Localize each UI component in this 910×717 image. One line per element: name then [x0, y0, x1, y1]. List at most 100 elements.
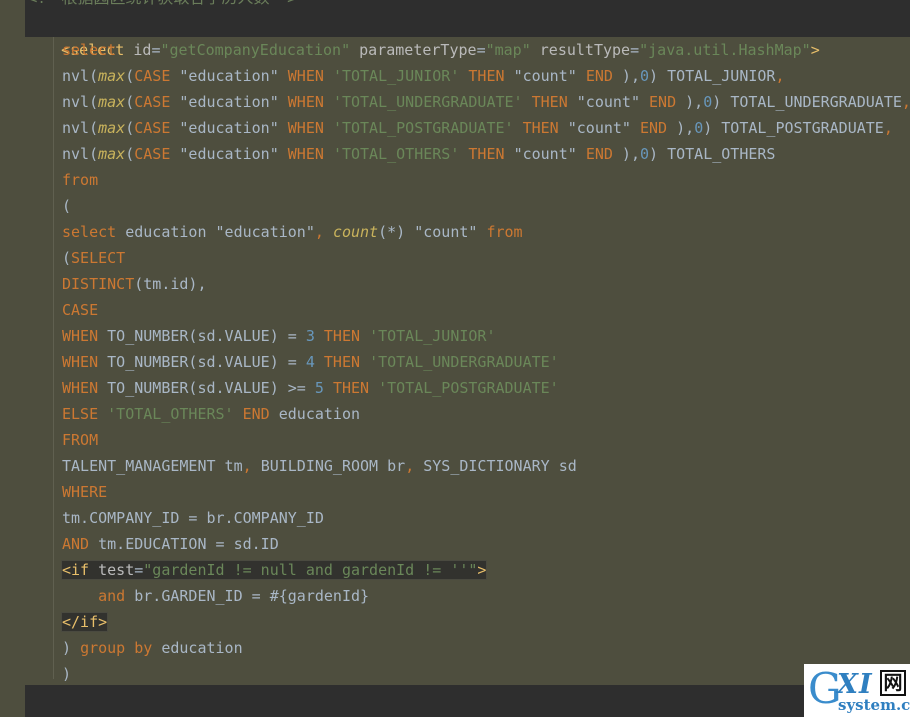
- code-token: END: [585, 67, 613, 85]
- code-token: 0: [640, 67, 650, 85]
- code-token: 'TOTAL_OTHERS': [107, 405, 234, 423]
- code-token: 0: [703, 93, 713, 111]
- code-line[interactable]: from: [0, 167, 910, 193]
- code-token: "education": [179, 119, 279, 137]
- token-group: nvl(max(CASE "education" WHEN 'TOTAL_UND…: [62, 93, 910, 111]
- code-token: nvl: [62, 93, 90, 111]
- code-token: tm.COMPANY_ID = br.COMPANY_ID: [62, 509, 324, 527]
- watermark-char-net: 网: [880, 670, 906, 696]
- code-line[interactable]: ELSE 'TOTAL_OTHERS' END education: [0, 401, 910, 427]
- code-token: >: [477, 561, 487, 579]
- token-group: ELSE 'TOTAL_OTHERS' END education: [62, 405, 360, 423]
- code-token: CASE: [62, 301, 99, 319]
- code-token: CASE: [134, 67, 171, 85]
- code-token: 'TOTAL_JUNIOR': [332, 67, 460, 85]
- token-group: TALENT_MANAGEMENT tm, BUILDING_ROOM br, …: [62, 457, 577, 475]
- code-line[interactable]: nvl(max(CASE "education" WHEN 'TOTAL_OTH…: [0, 141, 910, 167]
- code-token: WHEN: [62, 379, 99, 397]
- clipped-comment-text: <!-- 根据园区统计获取各学历人数 -->: [25, 0, 300, 9]
- code-token: WHEN: [62, 353, 99, 371]
- code-token: <: [62, 561, 72, 579]
- code-token: END: [649, 93, 677, 111]
- code-token: WHERE: [62, 483, 108, 501]
- code-token: if: [71, 561, 90, 579]
- code-line[interactable]: (SELECT: [0, 245, 910, 271]
- code-line[interactable]: WHERE: [0, 479, 910, 505]
- code-line[interactable]: nvl(max(CASE "education" WHEN 'TOTAL_UND…: [0, 89, 910, 115]
- code-token: END: [585, 145, 613, 163]
- code-token: THEN: [323, 353, 361, 371]
- code-line[interactable]: ) group by education: [0, 635, 910, 661]
- code-token: FROM: [62, 431, 99, 449]
- code-line[interactable]: (: [0, 193, 910, 219]
- xml-close-tag-select-row[interactable]: </select>: [25, 685, 910, 717]
- code-token: "count": [414, 223, 478, 241]
- code-line[interactable]: tm.COMPANY_ID = br.COMPANY_ID: [0, 505, 910, 531]
- code-token: (: [89, 67, 99, 85]
- code-token: ): [712, 93, 731, 111]
- code-token: ,: [405, 457, 415, 475]
- code-line[interactable]: WHEN TO_NUMBER(sd.VALUE) >= 5 THEN 'TOTA…: [0, 375, 910, 401]
- code-line[interactable]: </if>: [0, 609, 910, 635]
- xml-open-tag-select-row[interactable]: <select id="getCompanyEducation" paramet…: [25, 11, 910, 59]
- code-editor[interactable]: <!-- 根据园区统计获取各学历人数 --> <select id="getCo…: [0, 0, 910, 717]
- code-line[interactable]: select education "education", count(*) "…: [0, 219, 910, 245]
- token-group: FROM: [62, 431, 98, 449]
- code-token: 'TOTAL_OTHERS': [332, 145, 460, 163]
- code-token: SELECT: [71, 249, 126, 267]
- code-line[interactable]: AND tm.EDUCATION = sd.ID: [0, 531, 910, 557]
- code-line[interactable]: ): [0, 661, 910, 687]
- code-token: TOTAL_POSTGRADUATE: [721, 119, 884, 137]
- code-token: TOTAL_JUNIOR: [667, 67, 776, 85]
- code-line[interactable]: select: [0, 37, 910, 63]
- code-token: END: [640, 119, 668, 137]
- code-token: nvl: [62, 67, 90, 85]
- code-line[interactable]: WHEN TO_NUMBER(sd.VALUE) = 3 THEN 'TOTAL…: [0, 323, 910, 349]
- code-token: 5: [314, 379, 324, 397]
- code-token: and: [98, 587, 126, 605]
- code-token: DISTINCT: [62, 275, 135, 293]
- code-token: TOTAL_OTHERS: [667, 145, 776, 163]
- code-line[interactable]: nvl(max(CASE "education" WHEN 'TOTAL_POS…: [0, 115, 910, 141]
- code-line[interactable]: <if test="gardenId != null and gardenId …: [0, 557, 910, 583]
- code-line[interactable]: FROM: [0, 427, 910, 453]
- code-token: max: [98, 119, 126, 137]
- code-token: THEN: [522, 119, 559, 137]
- code-line[interactable]: DISTINCT(tm.id),: [0, 271, 910, 297]
- code-token: ,: [883, 119, 893, 137]
- code-token: ),: [667, 119, 695, 137]
- token-group: WHERE: [62, 483, 107, 501]
- code-token: group by: [80, 639, 153, 657]
- code-line[interactable]: TALENT_MANAGEMENT tm, BUILDING_ROOM br, …: [0, 453, 910, 479]
- code-token: "count": [513, 145, 577, 163]
- code-token: max: [98, 67, 126, 85]
- token-group: nvl(max(CASE "education" WHEN 'TOTAL_OTH…: [62, 145, 775, 163]
- code-token: 'TOTAL_POSTGRADUATE': [378, 379, 559, 397]
- code-token: select: [62, 223, 117, 241]
- editor-gutter[interactable]: [0, 0, 25, 717]
- code-lines-container[interactable]: select nvl(max(CASE "education" WHEN 'TOT…: [0, 37, 910, 687]
- token-group: nvl(max(CASE "education" WHEN 'TOTAL_JUN…: [62, 67, 785, 85]
- code-line[interactable]: WHEN TO_NUMBER(sd.VALUE) = 4 THEN 'TOTAL…: [0, 349, 910, 375]
- code-token: 4: [305, 353, 315, 371]
- code-line[interactable]: and br.GARDEN_ID = #{gardenId}: [0, 583, 910, 609]
- code-line[interactable]: CASE: [0, 297, 910, 323]
- code-line[interactable]: nvl(max(CASE "education" WHEN 'TOTAL_JUN…: [0, 63, 910, 89]
- code-token: from: [486, 223, 523, 241]
- token-group: from: [62, 171, 98, 189]
- token-group: AND tm.EDUCATION = sd.ID: [62, 535, 279, 553]
- code-token: max: [98, 145, 126, 163]
